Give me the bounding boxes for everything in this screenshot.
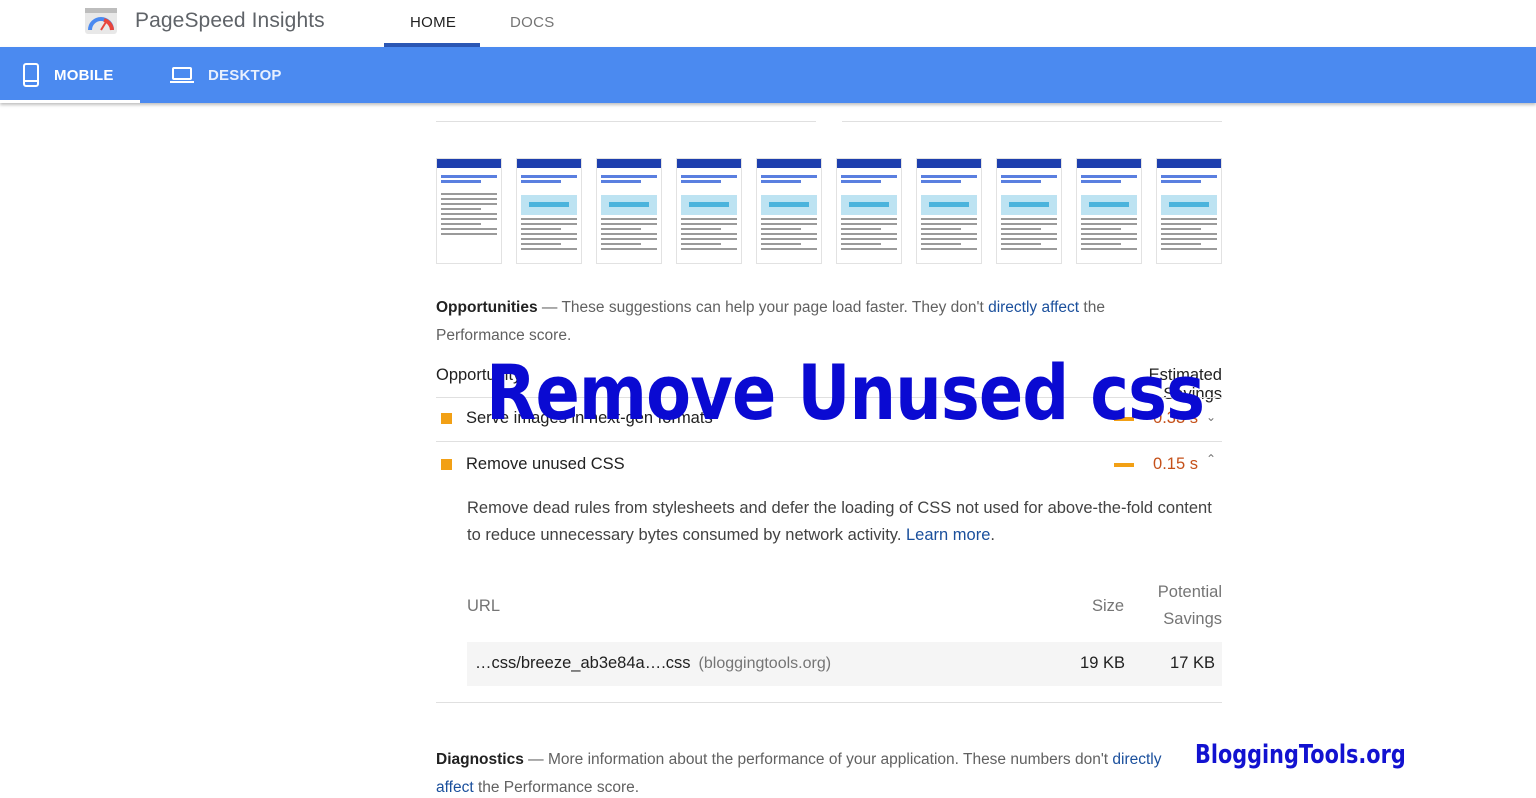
audit-remove-unused-css[interactable]: Remove unused CSS 0.15 s ⌃ [436, 443, 1222, 487]
divider [436, 702, 1222, 703]
opportunities-description: Opportunities — These suggestions can he… [436, 294, 1156, 350]
divider [842, 121, 1222, 122]
column-potential-savings: Potential [1157, 583, 1222, 601]
audit-savings: 0.15 s [1153, 455, 1198, 473]
pagespeed-gauge-icon[interactable] [85, 8, 117, 34]
diagnostics-text-end: the Performance score. [473, 779, 640, 796]
column-potential-savings-line2: Savings [1163, 610, 1222, 628]
filmstrip-frame [1076, 158, 1142, 264]
opportunity-square-icon [441, 459, 452, 470]
filmstrip-frame [1156, 158, 1222, 264]
directly-affect-link[interactable]: directly affect [988, 299, 1079, 316]
divider [436, 441, 1222, 442]
active-device-indicator [0, 100, 140, 103]
resource-size: 19 KB [1080, 654, 1125, 672]
description-text: Remove dead rules from stylesheets and d… [467, 499, 1212, 544]
directly-link[interactable]: directly [1112, 751, 1161, 768]
tab-desktop[interactable]: DESKTOP [170, 47, 282, 103]
description-period: . [990, 526, 995, 544]
tab-docs[interactable]: DOCS [510, 14, 555, 31]
smartphone-icon [23, 63, 39, 87]
url-host: (bloggingtools.org) [698, 655, 832, 672]
overlay-title: Remove Unused css [486, 348, 1205, 437]
table-row: …css/breeze_ab3e84a….css (bloggingtools.o… [467, 642, 1222, 686]
column-size: Size [1092, 597, 1125, 615]
column-url: URL [467, 597, 501, 615]
savings-bar [1114, 463, 1134, 467]
overlay-brand-watermark: BloggingTools.org [1195, 740, 1406, 770]
filmstrip-frame [996, 158, 1062, 264]
filmstrip-frame [836, 158, 902, 264]
laptop-icon [170, 67, 194, 83]
chevron-up-icon[interactable]: ⌃ [1206, 452, 1216, 466]
audit-label: Remove unused CSS [466, 455, 625, 473]
filmstrip-frame [756, 158, 822, 264]
diagnostics-description: Diagnostics — More information about the… [436, 746, 1196, 798]
url-path: …css/breeze_ab3e84a….css [475, 654, 691, 672]
filmstrip-frame [516, 158, 582, 264]
top-header: PageSpeed Insights HOME DOCS [0, 0, 1536, 47]
tab-desktop-label: DESKTOP [208, 66, 282, 84]
resource-savings: 17 KB [1170, 654, 1215, 672]
diagnostics-heading: Diagnostics [436, 751, 524, 768]
chevron-down-icon[interactable]: ⌄ [1206, 410, 1216, 424]
filmstrip-frame [436, 158, 502, 264]
resource-url[interactable]: …css/breeze_ab3e84a….css (bloggingtools.o… [475, 654, 831, 673]
tab-mobile[interactable]: MOBILE [22, 47, 114, 103]
opportunities-heading: Opportunities [436, 299, 538, 316]
opportunities-text: — These suggestions can help your page l… [537, 299, 989, 316]
learn-more-link[interactable]: Learn more [906, 526, 990, 544]
audit-description: Remove dead rules from stylesheets and d… [467, 495, 1212, 549]
opportunity-square-icon [441, 413, 452, 424]
filmstrip-frame [596, 158, 662, 264]
divider [436, 121, 816, 122]
device-bar: MOBILE DESKTOP [0, 47, 1536, 103]
affect-link[interactable]: affect [436, 779, 474, 796]
filmstrip-frame [916, 158, 982, 264]
diagnostics-text: — More information about the performance… [523, 751, 1113, 768]
tab-home[interactable]: HOME [410, 14, 456, 31]
tab-mobile-label: MOBILE [54, 66, 114, 84]
app-title[interactable]: PageSpeed Insights [135, 9, 325, 33]
filmstrip-frame [676, 158, 742, 264]
filmstrip [436, 158, 1222, 264]
